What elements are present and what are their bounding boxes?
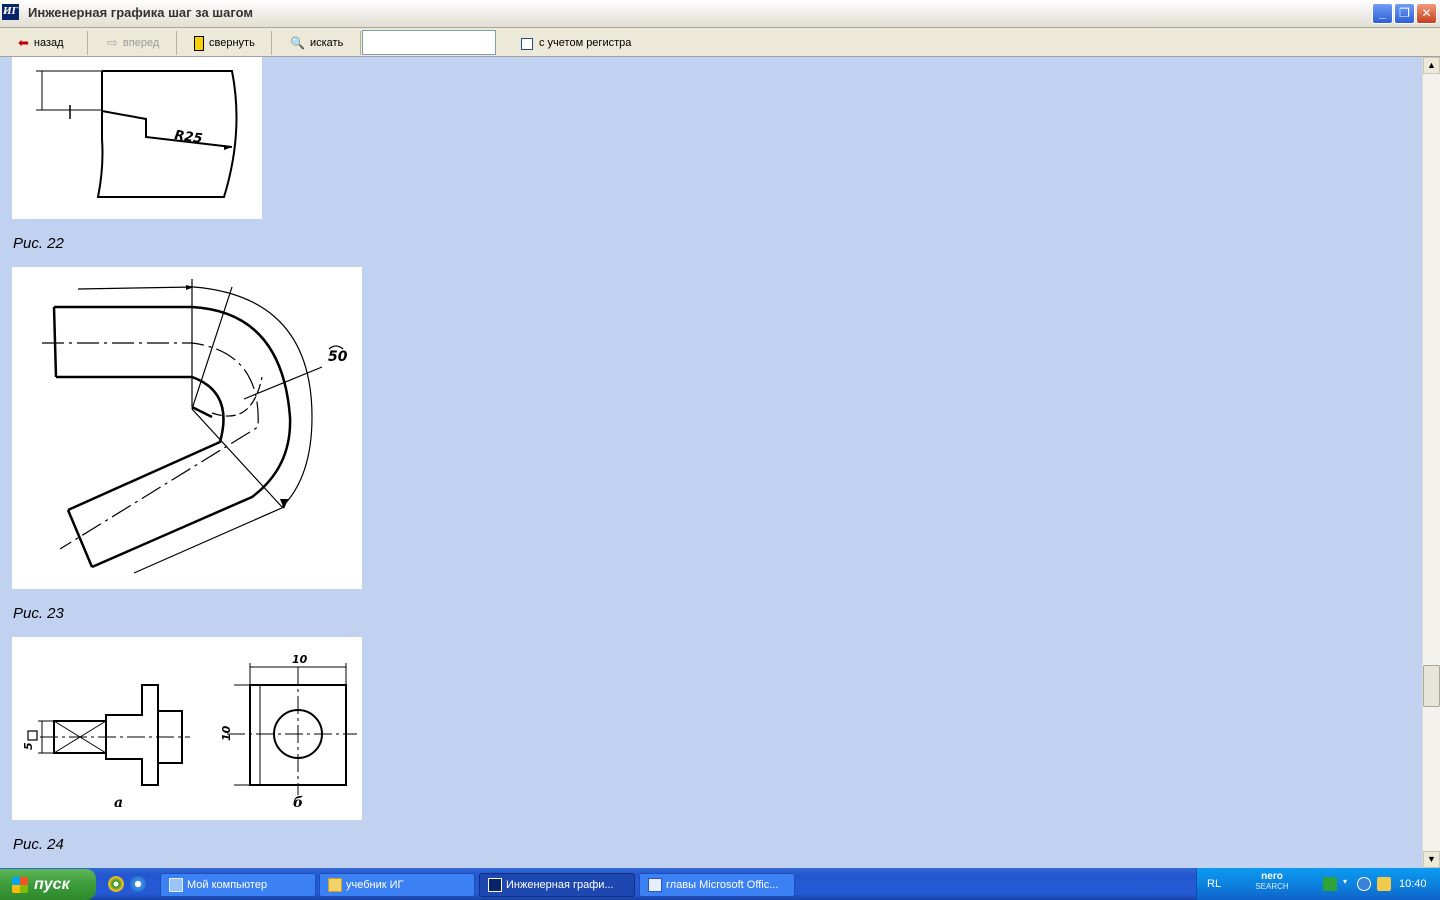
- forward-button[interactable]: ⇨ вперед: [89, 31, 177, 55]
- app-icon[interactable]: ИГ: [2, 4, 19, 20]
- system-tray: RL nero SEARCH ▾ 10:40: [1196, 868, 1440, 900]
- scroll-up-button[interactable]: ▲: [1423, 57, 1440, 74]
- figure-23-label-arc: 50: [328, 349, 348, 365]
- computer-icon: [169, 878, 183, 892]
- windows-logo-icon: [12, 876, 28, 893]
- clock[interactable]: 10:40: [1399, 878, 1427, 890]
- back-button[interactable]: ⬅ назад: [0, 31, 88, 55]
- word-icon: [648, 878, 662, 892]
- collapse-button[interactable]: свернуть: [178, 31, 272, 55]
- media-player-icon[interactable]: [108, 876, 124, 892]
- forward-button-label: вперед: [122, 37, 160, 49]
- browser-icon[interactable]: [130, 876, 146, 892]
- arrow-right-icon: ⇨: [107, 35, 118, 50]
- search-icon: 🔍: [290, 36, 305, 50]
- figure-22-label-r25: R25: [173, 128, 203, 147]
- figure-23-caption: Рис. 23: [13, 605, 64, 622]
- notification-icon[interactable]: [1377, 877, 1391, 891]
- start-button[interactable]: пуск: [0, 869, 96, 900]
- nero-search-icon[interactable]: nero SEARCH: [1247, 872, 1297, 894]
- figure-24-caption: Рис. 24: [13, 836, 64, 853]
- toolbar: ⬅ назад ⇨ вперед свернуть 🔍 искать с уче…: [0, 28, 1440, 57]
- taskbar-item-textbook-folder[interactable]: учебник ИГ: [319, 873, 475, 897]
- folder-icon: [328, 878, 342, 892]
- nero-search-text: SEARCH: [1255, 882, 1289, 891]
- taskbar-item-label: Инженерная графи...: [506, 879, 614, 891]
- taskbar-item-label: главы Microsoft Offic...: [666, 879, 779, 891]
- figure-22-drawing: R25: [36, 70, 238, 198]
- figure-22-caption: Рис. 22: [13, 235, 64, 252]
- title-bar[interactable]: ИГ Инженерная графика шаг за шагом _ ❐ ✕: [0, 0, 1440, 28]
- search-input[interactable]: [362, 30, 496, 55]
- dropdown-arrow-icon[interactable]: ▾: [1343, 877, 1351, 891]
- start-button-label: пуск: [34, 875, 70, 893]
- minimize-button[interactable]: _: [1372, 3, 1393, 24]
- app-icon: [488, 878, 502, 892]
- show-hidden-icons-button[interactable]: [1357, 877, 1371, 891]
- window-title: Инженерная графика шаг за шагом: [28, 5, 253, 20]
- figure-24: 5 10 10 а б: [12, 637, 362, 820]
- content-area[interactable]: R25 Рис. 22 50 Рис. 23 5 10 10 а б Рис. …: [0, 57, 1422, 868]
- vertical-scrollbar[interactable]: ▲ ▼: [1422, 57, 1440, 868]
- language-indicator[interactable]: RL: [1207, 878, 1221, 890]
- figure-22: R25: [12, 57, 262, 219]
- figure-24-drawing: 5 10 10 а б: [22, 653, 357, 811]
- case-sensitive-label[interactable]: с учетом регистра: [539, 37, 631, 49]
- taskbar-item-engineering-graphics[interactable]: Инженерная графи...: [479, 873, 635, 897]
- arrow-left-icon: ⬅: [18, 35, 29, 50]
- case-sensitive-checkbox[interactable]: [521, 38, 533, 50]
- figure-24-label-a: а: [114, 795, 123, 811]
- figure-24-label-height-10: 10: [220, 725, 233, 741]
- scroll-thumb[interactable]: [1423, 665, 1440, 707]
- figure-24-label-width-10: 10: [292, 653, 308, 666]
- figure-24-label-square-5: 5: [22, 742, 35, 750]
- maximize-button[interactable]: ❐: [1394, 3, 1415, 24]
- figure-23: 50: [12, 267, 362, 589]
- figure-23-drawing: 50: [42, 279, 348, 574]
- taskbar-item-label: Мой компьютер: [187, 879, 268, 891]
- nero-logo-text: nero: [1261, 871, 1283, 882]
- collapse-button-label: свернуть: [209, 37, 255, 49]
- taskbar-item-word-chapters[interactable]: главы Microsoft Offic...: [639, 873, 795, 897]
- taskbar-item-label: учебник ИГ: [346, 879, 404, 891]
- taskbar-item-my-computer[interactable]: Мой компьютер: [160, 873, 316, 897]
- search-button[interactable]: 🔍 искать: [273, 31, 361, 55]
- search-button-label: искать: [309, 37, 344, 49]
- update-arrow-icon[interactable]: [1323, 877, 1337, 891]
- scroll-down-button[interactable]: ▼: [1423, 851, 1440, 868]
- book-icon: [194, 35, 204, 51]
- back-button-label: назад: [33, 37, 64, 49]
- figure-24-label-b: б: [293, 795, 303, 811]
- close-button[interactable]: ✕: [1416, 3, 1437, 24]
